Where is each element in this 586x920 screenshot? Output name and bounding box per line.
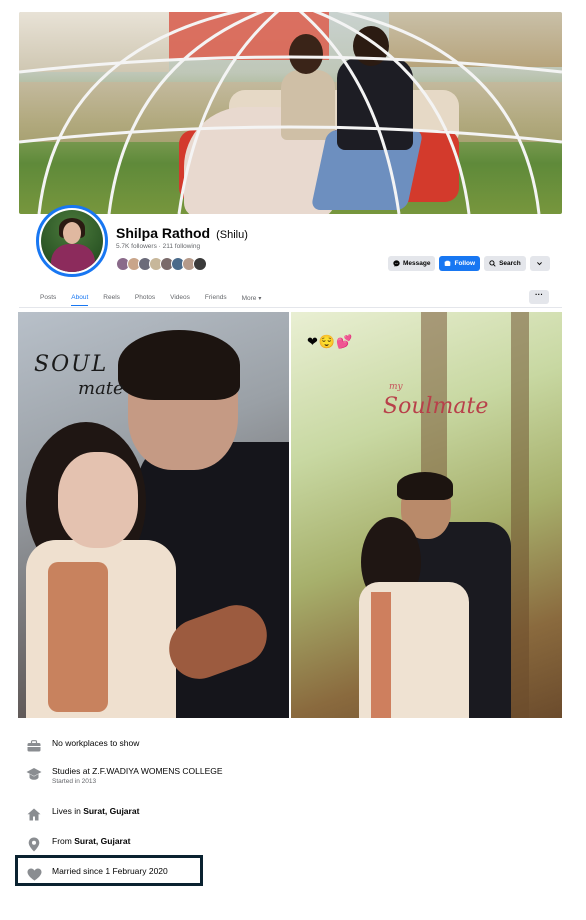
profile-avatar[interactable] — [36, 205, 108, 277]
featured-photo-left[interactable]: SOUL mate — [18, 312, 289, 718]
from-place[interactable]: Surat, Gujarat — [74, 836, 130, 846]
tab-more[interactable]: More ▾ — [242, 294, 262, 306]
tab-about[interactable]: About — [71, 294, 89, 306]
home-icon — [26, 806, 42, 822]
left-photo-girl-face — [58, 452, 138, 548]
more-caret-icon: ▾ — [258, 295, 262, 302]
profile-nickname: (Shilu) — [216, 229, 248, 241]
about-lives-in: Lives in Surat, Gujarat — [26, 806, 139, 822]
right-photo-saree-border — [371, 592, 391, 718]
cover-cage-frame — [19, 12, 562, 214]
right-photo-overlay-my: my — [389, 382, 403, 392]
mutual-friend-avatar[interactable] — [193, 257, 207, 271]
about-education-text: Studies at Z.F.WADIYA WOMENS COLLEGE Sta… — [52, 766, 223, 785]
right-photo-tree-trunk — [511, 312, 529, 718]
cover-photo[interactable] — [19, 12, 562, 214]
left-photo-overlay-soul: SOUL — [34, 352, 109, 377]
search-button[interactable]: Search — [484, 256, 526, 271]
relationship-highlight-box — [15, 855, 203, 886]
more-actions-button[interactable] — [529, 256, 550, 271]
message-button-label: Message — [403, 260, 431, 267]
tab-friends[interactable]: Friends — [205, 294, 227, 306]
education-started: Started in 2013 — [52, 778, 97, 785]
messenger-icon — [393, 260, 400, 267]
followers-count[interactable]: 5.7K followers — [116, 243, 157, 250]
work-label: No workplaces to show — [52, 738, 140, 748]
chevron-down-icon — [537, 262, 543, 266]
about-from: From Surat, Gujarat — [26, 836, 130, 852]
profile-tabs: Posts About Reels Photos Videos Friends More ▾ — [40, 294, 276, 306]
follow-button[interactable]: Follow — [439, 256, 481, 271]
from-prefix: From — [52, 836, 75, 846]
mutual-friend-avatars[interactable] — [116, 257, 207, 271]
briefcase-icon — [26, 738, 42, 754]
profile-actions: Message Follow Search — [388, 256, 550, 271]
about-lives-in-text: Lives in Surat, Gujarat — [52, 806, 139, 816]
follow-counts: 5.7K followers · 211 following — [116, 243, 200, 250]
search-button-label: Search — [499, 260, 521, 267]
left-photo-saree-border — [48, 562, 108, 712]
education-prefix: Studies at — [52, 766, 93, 776]
left-photo-overlay-mate: mate — [78, 378, 124, 399]
location-pin-icon — [26, 836, 42, 852]
profile-name: Shilpa Rathod — [116, 225, 211, 241]
avatar-face — [63, 222, 81, 244]
tab-videos[interactable]: Videos — [170, 294, 190, 306]
tabs-divider — [19, 307, 562, 308]
tabs-overflow-button[interactable]: ··· — [529, 290, 549, 304]
right-photo-emojis: ❤😌💕 — [307, 334, 354, 349]
tab-reels[interactable]: Reels — [103, 294, 120, 306]
tab-photos[interactable]: Photos — [135, 294, 155, 306]
education-school[interactable]: Z.F.WADIYA WOMENS COLLEGE — [92, 766, 222, 776]
following-count[interactable]: 211 following — [163, 243, 200, 250]
message-button[interactable]: Message — [388, 256, 436, 271]
about-work: No workplaces to show — [26, 738, 139, 754]
follow-icon — [445, 260, 451, 266]
tab-posts[interactable]: Posts — [40, 294, 56, 306]
featured-photo-right[interactable]: ❤😌💕 my Soulmate — [291, 312, 562, 718]
lives-place[interactable]: Surat, Gujarat — [83, 806, 139, 816]
profile-name-row: Shilpa Rathod (Shilu) — [116, 225, 248, 241]
left-photo-boy-hair — [118, 330, 240, 400]
search-icon — [489, 260, 496, 267]
right-photo-boy-hair — [397, 472, 453, 500]
about-from-text: From Surat, Gujarat — [52, 836, 130, 846]
avatar-image — [41, 210, 103, 272]
avatar-saree — [51, 244, 95, 272]
graduation-cap-icon — [26, 766, 42, 782]
right-photo-overlay-soulmate: Soulmate — [383, 394, 489, 419]
follow-button-label: Follow — [454, 260, 476, 267]
about-work-text: No workplaces to show — [52, 738, 139, 748]
lives-prefix: Lives in — [52, 806, 84, 816]
about-education: Studies at Z.F.WADIYA WOMENS COLLEGE Sta… — [26, 766, 223, 785]
